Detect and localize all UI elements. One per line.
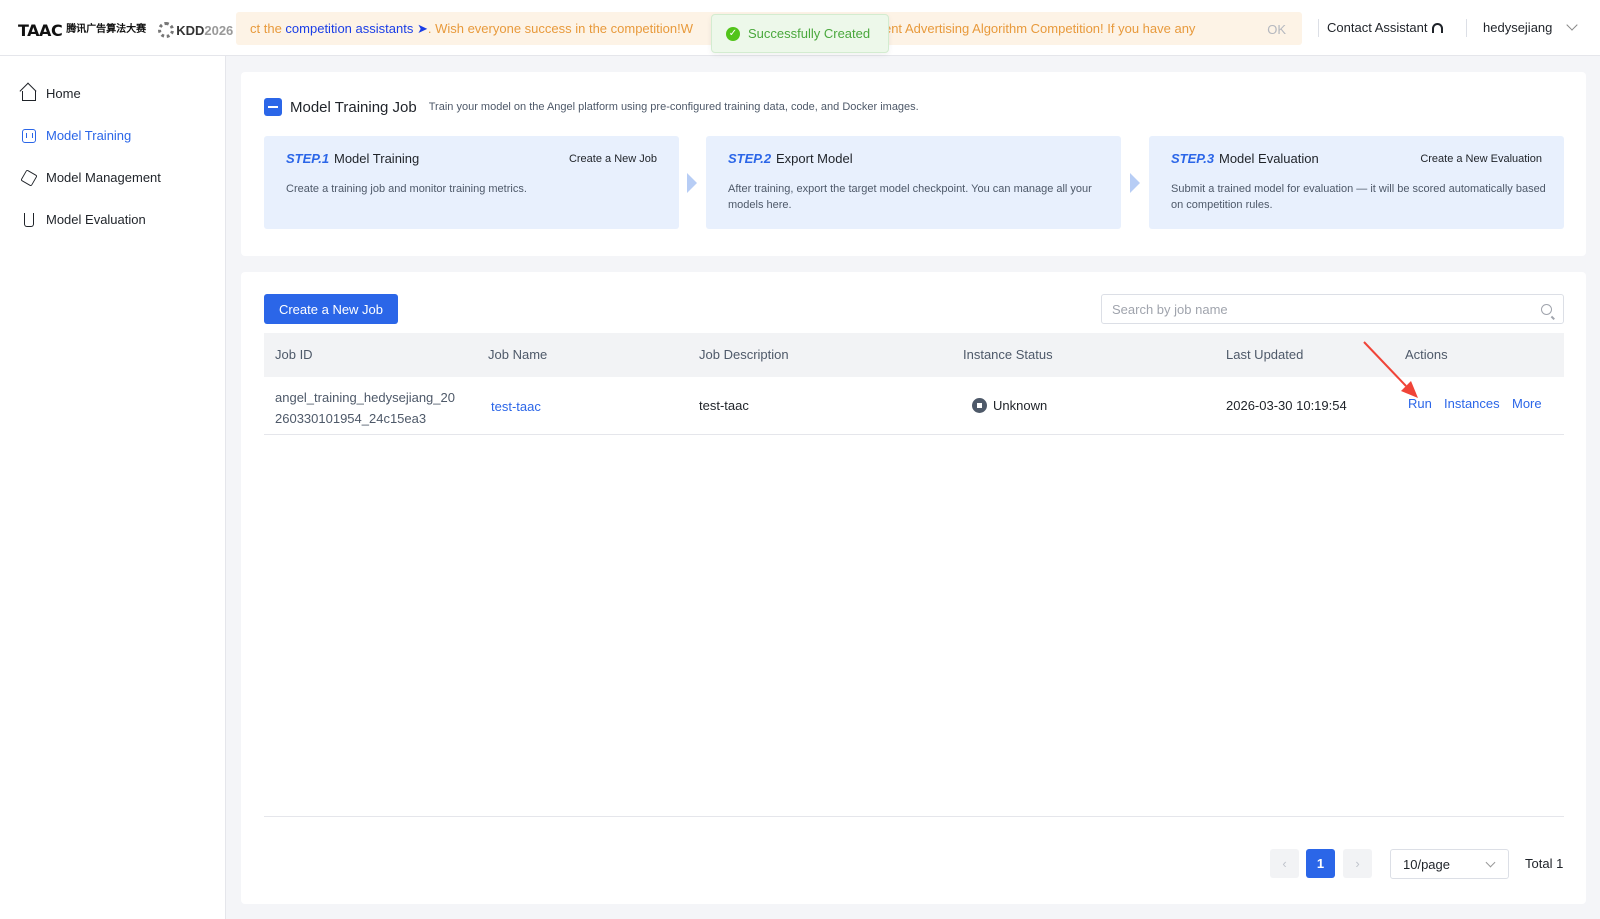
create-new-job-link[interactable]: Create a New Job [569,153,657,165]
prev-page-button[interactable]: ‹ [1270,849,1299,878]
banner-ok-button[interactable]: OK [1267,22,1286,37]
step-card-3: STEP.3 Model Evaluation Create a New Eva… [1149,136,1564,229]
sidebar-item-label: Home [46,86,81,101]
column-header-last-updated: Last Updated [1226,347,1304,362]
page-subtitle: Train your model on the Angel platform u… [428,101,919,113]
sidebar: Home Model Training Model Management Mod… [0,56,226,919]
sidebar-item-home[interactable]: Home [22,86,81,101]
header-divider [1466,19,1467,37]
step-number: STEP.2 [728,151,772,166]
column-header-actions: Actions [1405,347,1448,362]
column-header-job-description: Job Description [699,347,789,362]
last-updated-cell: 2026-03-30 10:19:54 [1226,398,1347,413]
step-name: Model Evaluation [1219,151,1319,166]
job-name-link[interactable]: test-taac [491,399,541,414]
chevron-down-icon [1485,857,1496,868]
page-title: Model Training Job [290,98,417,116]
kdd-logo: KDD 2026 [158,22,233,38]
step-description: After training, export the target model … [728,183,1092,211]
sidebar-item-model-evaluation[interactable]: Model Evaluation [22,212,146,227]
sidebar-item-label: Model Management [46,170,161,185]
training-icon [22,128,36,143]
success-toast: ✓ Successfully Created [711,14,889,53]
job-id-line: angel_training_hedysejiang_20 [275,390,455,405]
create-new-evaluation-link[interactable]: Create a New Evaluation [1420,153,1542,165]
sidebar-item-label: Model Training [46,128,132,143]
chevron-down-icon[interactable] [1566,19,1578,31]
step-card-2: STEP.2 Export Model After training, expo… [706,136,1121,229]
banner-text-before: ct the [250,21,286,36]
page-size-value: 10/page [1403,857,1450,872]
search-box [1101,294,1564,324]
column-header-job-name: Job Name [488,347,548,362]
top-header: TAAC 腾讯广告算法大赛 KDD 2026 ct the competition… [0,0,1600,56]
step-description: Create a training job and monitor traini… [286,183,527,195]
logo-text: TAAC [18,20,63,40]
contact-assistant-button[interactable]: Contact Assistant [1327,20,1444,35]
stop-circle-icon [972,398,987,413]
more-action-link[interactable]: More [1512,396,1542,411]
step-name: Model Training [334,151,420,166]
page-number-button[interactable]: 1 [1306,849,1335,878]
instances-action-link[interactable]: Instances [1444,396,1500,411]
run-action-link[interactable]: Run [1408,396,1432,411]
status-text: Unknown [993,398,1048,413]
step-name: Export Model [776,151,853,166]
step-card-1: STEP.1 Model Training Create a New Job C… [264,136,679,229]
user-menu[interactable]: hedysejiang [1483,20,1552,35]
table-header: Job ID Job Name Job Description Instance… [264,333,1564,377]
cube-icon [20,168,38,187]
intro-header: Model Training Job Train your model on t… [264,98,919,116]
home-icon [22,90,36,101]
total-count: Total 1 [1525,856,1564,871]
kdd-text: KDD [176,22,205,38]
step-arrow-icon [1130,173,1140,193]
create-new-job-button[interactable]: Create a New Job [264,294,398,324]
step-arrow-icon [687,173,697,193]
competition-assistants-link[interactable]: competition assistants [285,21,413,36]
sidebar-item-model-management[interactable]: Model Management [20,168,161,187]
column-header-instance-status: Instance Status [963,347,1053,362]
column-header-job-id: Job ID [275,347,313,362]
search-input[interactable] [1102,295,1502,323]
job-description-cell: test-taac [699,398,749,413]
step-number: STEP.1 [286,151,330,166]
contact-assistant-label: Contact Assistant [1327,20,1428,35]
kdd-gear-icon [158,22,175,38]
logo-cn-text: 腾讯广告算法大赛 [66,24,147,35]
job-id-cell: angel_training_hedysejiang_20 2603301019… [275,387,455,429]
sidebar-item-model-training[interactable]: Model Training [22,128,131,143]
kdd-year: 2026 [204,22,234,38]
flask-icon [24,212,34,227]
header-divider [1318,19,1319,37]
footer-divider [264,816,1564,817]
check-circle-icon: ✓ [726,26,740,41]
search-icon[interactable] [1541,304,1552,315]
instance-status-cell: Unknown [972,398,1047,413]
logo[interactable]: TAAC 腾讯广告算法大赛 KDD 2026 [18,18,233,42]
next-page-button[interactable]: › [1343,849,1372,878]
toast-message: Successfully Created [748,26,871,41]
headset-icon [1432,22,1444,33]
job-icon [264,98,282,116]
page-size-select[interactable]: 10/page [1390,849,1509,879]
step-description: Submit a trained model for evaluation — … [1171,183,1546,211]
row-divider [264,434,1564,435]
banner-text-after: . Wish everyone success in the competiti… [427,21,694,36]
banner-arrow-icon: ➤ [413,21,428,36]
job-id-line: 260330101954_24c15ea3 [275,411,427,426]
banner-text-tail: encent Advertising Algorithm Competition… [863,21,1196,36]
step-number: STEP.3 [1171,151,1215,166]
sidebar-item-label: Model Evaluation [46,212,146,227]
